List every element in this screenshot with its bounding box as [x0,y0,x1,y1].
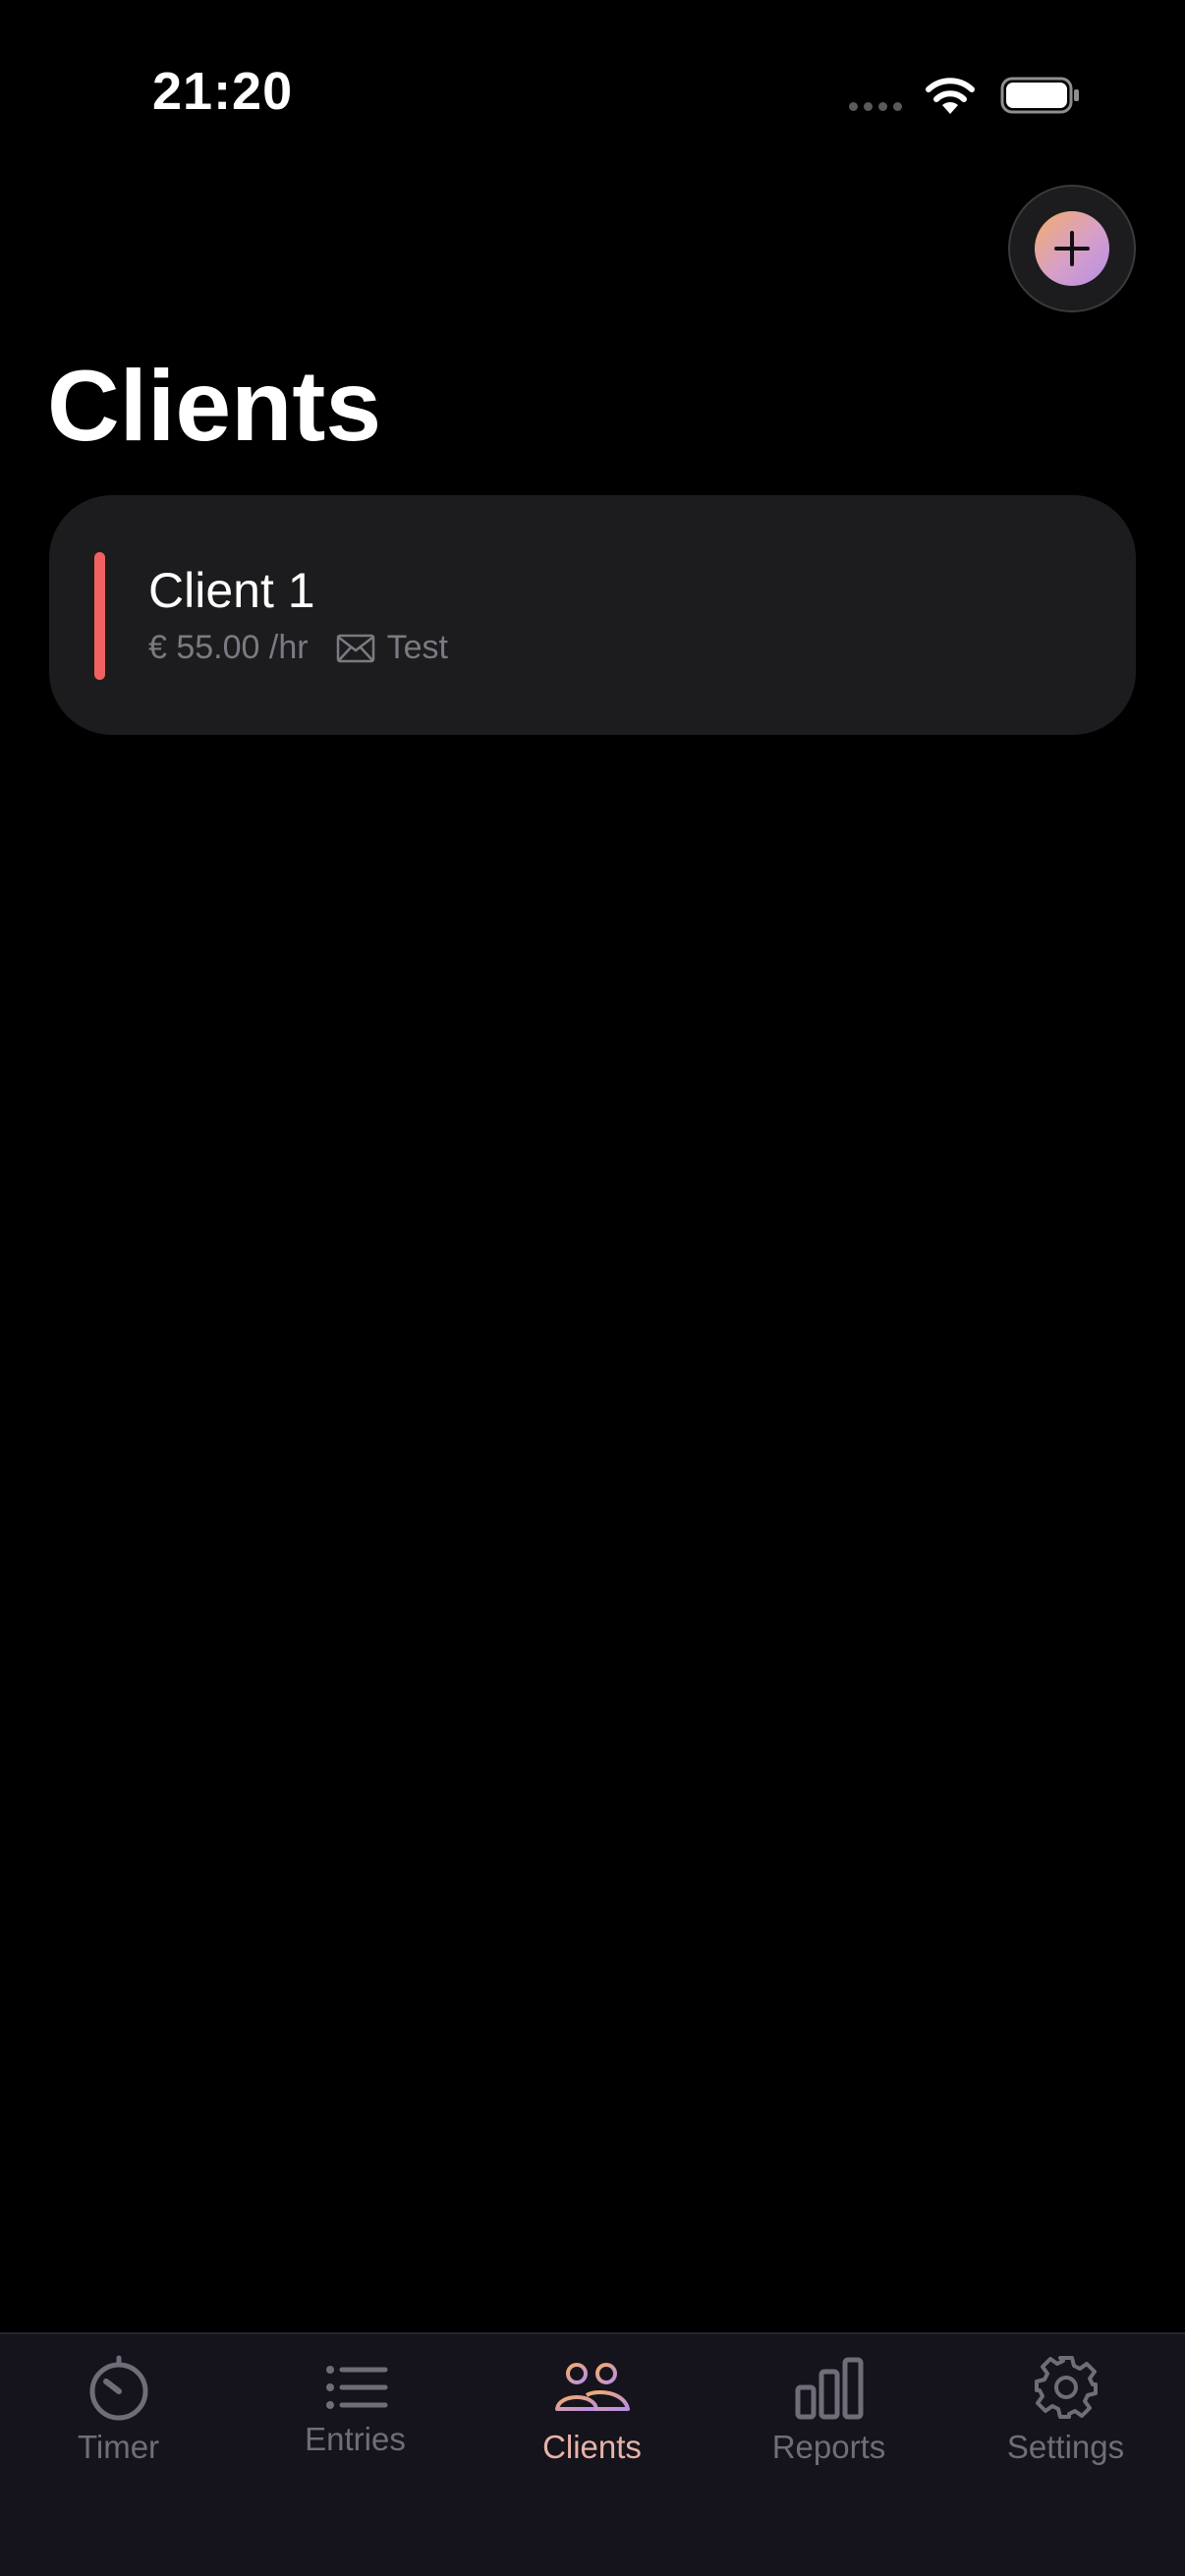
client-hourly-rate: € 55.00 /hr [148,629,309,666]
tab-timer[interactable]: Timer [0,2334,237,2511]
status-time: 21:20 [152,62,294,121]
tab-reports[interactable]: Reports [710,2334,947,2511]
client-email: Test [386,629,448,666]
cellular-signal-icon [849,102,902,111]
tab-label: Entries [305,2421,406,2457]
client-meta: € 55.00 /hr Test [148,629,448,667]
client-color-indicator [94,552,105,680]
status-bar: 21:20 [0,0,1185,187]
battery-icon [1000,77,1079,114]
list-icon [325,2366,387,2409]
tab-label: Clients [542,2429,642,2465]
timer-icon [89,2355,147,2421]
plus-icon [1035,211,1109,286]
tab-label: Settings [1006,2429,1125,2465]
tab-bar: Timer Entries Clients Reports Settings [0,2332,1185,2576]
tab-clients[interactable]: Clients [474,2334,710,2511]
client-name: Client 1 [148,563,315,618]
tab-label: Reports [771,2429,886,2465]
gear-icon [1034,2356,1098,2419]
tab-entries[interactable]: Entries [237,2334,474,2511]
wifi-icon [926,78,975,114]
tab-settings[interactable]: Settings [947,2334,1184,2511]
people-icon [554,2363,630,2411]
tab-label: Timer [77,2429,160,2465]
client-card[interactable]: Client 1 € 55.00 /hr Test [49,495,1136,735]
bar-chart-icon [795,2357,863,2420]
mail-icon [336,634,374,662]
add-client-button[interactable] [1008,185,1136,312]
page-title: Clients [47,350,382,462]
